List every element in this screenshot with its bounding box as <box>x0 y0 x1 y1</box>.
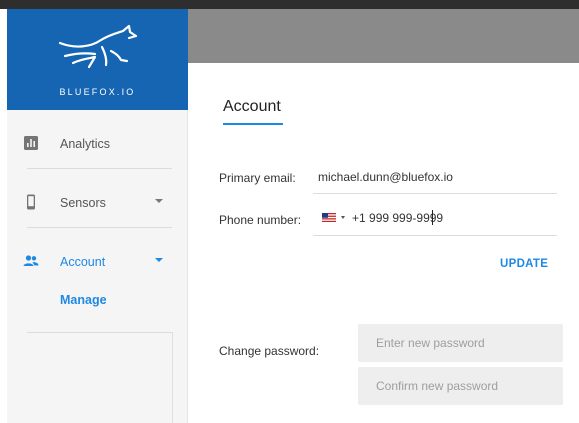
chevron-down-icon <box>155 258 163 262</box>
sidebar-divider <box>27 332 172 333</box>
sidebar-item-label: Analytics <box>60 137 111 151</box>
mobile-device-icon <box>27 194 35 210</box>
chevron-down-icon <box>155 199 163 203</box>
sidebar-subitem-manage[interactable]: Manage <box>60 293 107 307</box>
confirm-password-field[interactable] <box>358 367 563 405</box>
update-button[interactable]: UPDATE <box>500 258 548 270</box>
sidebar-item-sensors[interactable]: Sensors <box>7 174 172 230</box>
title-underline <box>223 123 283 125</box>
sidebar-scroll-rail <box>172 332 173 423</box>
country-dropdown-caret-icon[interactable] <box>341 216 345 219</box>
sidebar-divider <box>27 227 172 228</box>
sidebar-item-account[interactable]: Account <box>7 233 172 289</box>
sidebar-divider <box>27 168 172 169</box>
brand-panel: BLUEFOX.IO <box>7 9 188 110</box>
brand-name: BLUEFOX.IO <box>59 87 136 97</box>
phone-number-field[interactable] <box>352 209 552 227</box>
primary-email-label: Primary email: <box>219 171 296 185</box>
page-title: Account <box>223 98 281 115</box>
sidebar-item-label: Sensors <box>60 196 106 210</box>
new-password-field[interactable] <box>358 324 563 362</box>
primary-email-field[interactable] <box>318 168 554 186</box>
people-icon <box>23 255 39 266</box>
bar-chart-icon <box>24 136 38 150</box>
fox-logo-icon <box>58 24 138 69</box>
phone-number-label: Phone number: <box>219 213 302 227</box>
email-underline <box>313 193 557 194</box>
phone-underline <box>313 235 557 236</box>
text-cursor <box>432 210 433 225</box>
sidebar-item-label: Account <box>60 255 106 269</box>
app-header <box>188 9 579 63</box>
us-flag-icon[interactable] <box>322 213 336 222</box>
top-bar <box>0 0 579 9</box>
sidebar: Analytics Sensors Account Manage <box>7 110 188 423</box>
sidebar-item-analytics[interactable]: Analytics <box>7 115 172 171</box>
change-password-label: Change password: <box>219 344 320 358</box>
